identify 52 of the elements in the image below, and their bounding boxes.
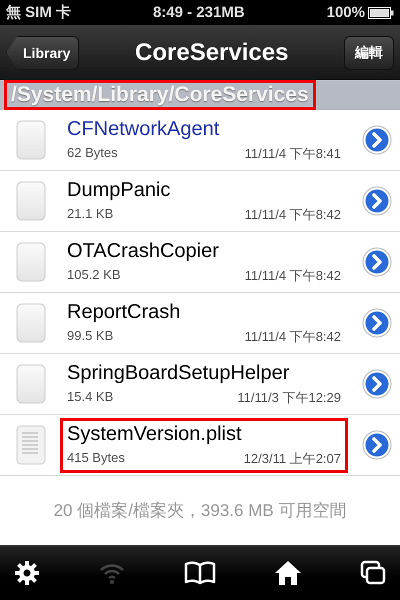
file-row[interactable]: SpringBoardSetupHelper 15.4 KB 11/11/3 下午12:29 <box>0 354 400 415</box>
file-size: 415 Bytes <box>67 450 125 467</box>
file-icon <box>16 242 46 282</box>
disclosure-icon[interactable] <box>362 430 392 460</box>
file-date: 11/11/4 下午8:42 <box>244 206 341 224</box>
file-size: 99.5 KB <box>67 328 114 344</box>
file-size: 62 Bytes <box>67 144 118 162</box>
file-date: 11/11/4 下午8:41 <box>244 144 341 162</box>
book-icon <box>184 560 216 584</box>
file-name: DumpPanic <box>67 178 172 202</box>
disclosure-icon[interactable] <box>362 369 392 399</box>
windows-icon <box>360 560 386 586</box>
file-icon <box>16 303 46 343</box>
file-size: 105.2 KB <box>67 266 120 284</box>
back-button[interactable]: Library <box>6 36 80 70</box>
toolbar-button[interactable] <box>360 560 386 586</box>
disclosure-icon[interactable] <box>362 247 392 277</box>
file-icon <box>16 120 46 160</box>
file-icon <box>16 181 46 221</box>
screen-title: CoreServices <box>135 38 288 66</box>
file-icon <box>16 364 46 404</box>
carrier-text: 無 SIM 卡 <box>6 3 72 22</box>
battery-percent: 100% <box>326 4 365 21</box>
disclosure-icon[interactable] <box>362 125 392 155</box>
file-date: 12/3/11 上午2:07 <box>244 450 341 468</box>
path-text: /System/Library/CoreServices <box>4 80 316 110</box>
file-name: ReportCrash <box>67 300 182 324</box>
toolbar-button[interactable] <box>184 560 216 584</box>
file-size: 21.1 KB <box>67 206 114 222</box>
file-name: OTACrashCopier <box>67 240 220 262</box>
file-date: 11/11/4 下午8:42 <box>244 328 341 346</box>
file-row[interactable]: DumpPanic 21.1 KB 11/11/4 下午8:42 <box>0 171 400 232</box>
status-info: 8:49 - 231MB <box>152 4 245 21</box>
edit-button[interactable]: 編輯 <box>344 36 394 70</box>
file-date: 11/11/4 下午8:42 <box>244 266 341 284</box>
file-name: CFNetworkAgent <box>67 118 220 140</box>
home-icon <box>274 560 302 586</box>
file-row[interactable]: CFNetworkAgent 62 Bytes 11/11/4 下午8:41 <box>0 110 400 171</box>
toolbar-button[interactable] <box>14 560 40 586</box>
file-row[interactable]: ReportCrash 99.5 KB 11/11/4 下午8:42 <box>0 293 400 354</box>
footer-summary: 20 個檔案/檔案夾，393.6 MB 可用空間 <box>54 500 346 522</box>
document-icon <box>16 425 46 465</box>
disclosure-icon[interactable] <box>362 308 392 338</box>
file-date: 11/11/3 下午12:29 <box>237 388 341 406</box>
file-name: SystemVersion.plist <box>67 422 243 446</box>
battery-icon <box>368 6 394 18</box>
toolbar-button[interactable] <box>274 560 302 586</box>
disclosure-icon[interactable] <box>362 186 392 216</box>
file-size: 15.4 KB <box>67 388 114 406</box>
file-name: SpringBoardSetupHelper <box>67 362 290 384</box>
settings-icon <box>14 560 40 586</box>
file-row[interactable]: OTACrashCopier 105.2 KB 11/11/4 下午8:42 <box>0 232 400 293</box>
